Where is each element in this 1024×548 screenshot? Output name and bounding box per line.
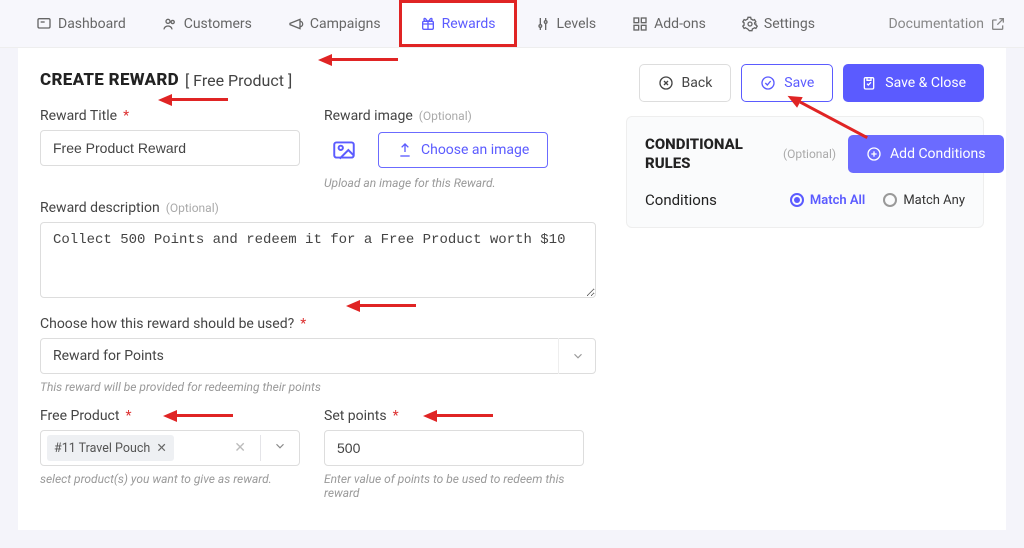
nav-label: Settings	[764, 16, 815, 32]
match-any-radio[interactable]: Match Any	[883, 193, 965, 208]
save-label: Save	[784, 75, 814, 91]
rewards-icon	[420, 16, 436, 32]
nav-settings[interactable]: Settings	[724, 0, 833, 47]
nav-rewards[interactable]: Rewards	[399, 0, 517, 47]
page-body: Back Save Save & Close CREATE REWARD [ F…	[18, 48, 1006, 530]
nav-levels[interactable]: Levels	[517, 0, 615, 47]
use-mode-value: Reward for Points	[40, 338, 596, 374]
product-tag-label: #11 Travel Pouch	[54, 441, 150, 456]
nav-dashboard[interactable]: Dashboard	[18, 0, 144, 47]
customers-icon	[162, 16, 178, 32]
nav-customers[interactable]: Customers	[144, 0, 270, 47]
choose-image-label: Choose an image	[421, 142, 529, 158]
top-navbar: Dashboard Customers Campaigns Rewards Le…	[0, 0, 1024, 48]
nav-label: Levels	[557, 16, 597, 32]
check-circle-icon	[760, 75, 776, 91]
save-button[interactable]: Save	[741, 64, 833, 102]
save-close-button[interactable]: Save & Close	[843, 64, 984, 102]
upload-icon	[397, 142, 413, 158]
dashboard-icon	[36, 16, 52, 32]
add-conditions-button[interactable]: Add Conditions	[848, 135, 1003, 173]
image-thumbnail	[324, 130, 364, 170]
back-button[interactable]: Back	[639, 64, 732, 102]
conditions-title: CONDITIONAL RULES	[645, 135, 765, 173]
back-label: Back	[682, 75, 713, 91]
description-label: Reward description	[40, 200, 160, 216]
use-mode-select[interactable]: Reward for Points	[40, 338, 596, 374]
nav-label: Add-ons	[654, 16, 706, 32]
nav-documentation[interactable]: Documentation	[888, 16, 1006, 32]
set-points-label: Set points	[324, 408, 387, 424]
page-subtitle: [ Free Product ]	[185, 71, 292, 90]
use-mode-label: Choose how this reward should be used?	[40, 316, 294, 332]
product-tag: #11 Travel Pouch ✕	[47, 435, 174, 461]
campaigns-icon	[288, 16, 304, 32]
reward-image-label: Reward image	[324, 108, 413, 124]
nav-label: Campaigns	[310, 16, 381, 32]
annotation-arrow	[318, 54, 398, 64]
nav-label: Dashboard	[58, 16, 126, 32]
conditions-column: CONDITIONAL RULES (Optional) Add Conditi…	[626, 70, 1006, 506]
clear-selection-icon[interactable]: ✕	[226, 440, 254, 456]
save-close-icon	[861, 75, 877, 91]
conditions-section-label: Conditions	[645, 191, 717, 209]
add-conditions-label: Add Conditions	[890, 146, 985, 162]
form-column: CREATE REWARD [ Free Product ] Reward Ti…	[18, 70, 606, 506]
plus-circle-icon	[866, 146, 882, 162]
free-product-multiselect[interactable]: #11 Travel Pouch ✕ ✕	[40, 430, 300, 466]
reward-title-input[interactable]	[40, 130, 300, 166]
free-product-label: Free Product	[40, 408, 119, 424]
match-any-label: Match Any	[903, 193, 965, 208]
use-mode-hint: This reward will be provided for redeemi…	[40, 380, 596, 394]
reward-image-hint: Upload an image for this Reward.	[324, 176, 596, 190]
optional-marker: (Optional)	[419, 109, 472, 123]
match-all-label: Match All	[810, 193, 865, 208]
external-link-icon	[990, 16, 1006, 32]
page-title: CREATE REWARD	[40, 70, 179, 90]
match-all-radio[interactable]: Match All	[790, 193, 865, 208]
description-textarea[interactable]	[40, 222, 596, 298]
settings-icon	[742, 16, 758, 32]
chevron-down-icon	[558, 338, 596, 374]
nav-doc-label: Documentation	[888, 16, 984, 32]
radio-dot-icon	[883, 193, 897, 207]
remove-tag-icon[interactable]: ✕	[156, 440, 166, 456]
nav-addons[interactable]: Add-ons	[614, 0, 724, 47]
image-placeholder-icon	[331, 137, 357, 163]
set-points-hint: Enter value of points to be used to rede…	[324, 472, 584, 500]
nav-label: Rewards	[442, 16, 496, 32]
free-product-hint: select product(s) you want to give as re…	[40, 472, 300, 486]
nav-campaigns[interactable]: Campaigns	[270, 0, 399, 47]
addons-icon	[632, 16, 648, 32]
optional-marker: (Optional)	[783, 147, 836, 161]
required-marker: *	[393, 408, 399, 424]
radio-dot-icon	[790, 193, 804, 207]
set-points-input[interactable]	[324, 430, 584, 466]
reward-title-label: Reward Title	[40, 108, 117, 124]
chevron-down-icon[interactable]	[267, 439, 293, 457]
header-actions: Back Save Save & Close	[639, 64, 984, 102]
required-marker: *	[125, 408, 131, 424]
levels-icon	[535, 16, 551, 32]
save-close-label: Save & Close	[885, 75, 966, 91]
optional-marker: (Optional)	[166, 201, 219, 215]
required-marker: *	[300, 316, 306, 332]
nav-label: Customers	[184, 16, 252, 32]
choose-image-button[interactable]: Choose an image	[378, 132, 548, 168]
close-circle-icon	[658, 75, 674, 91]
required-marker: *	[123, 108, 129, 124]
